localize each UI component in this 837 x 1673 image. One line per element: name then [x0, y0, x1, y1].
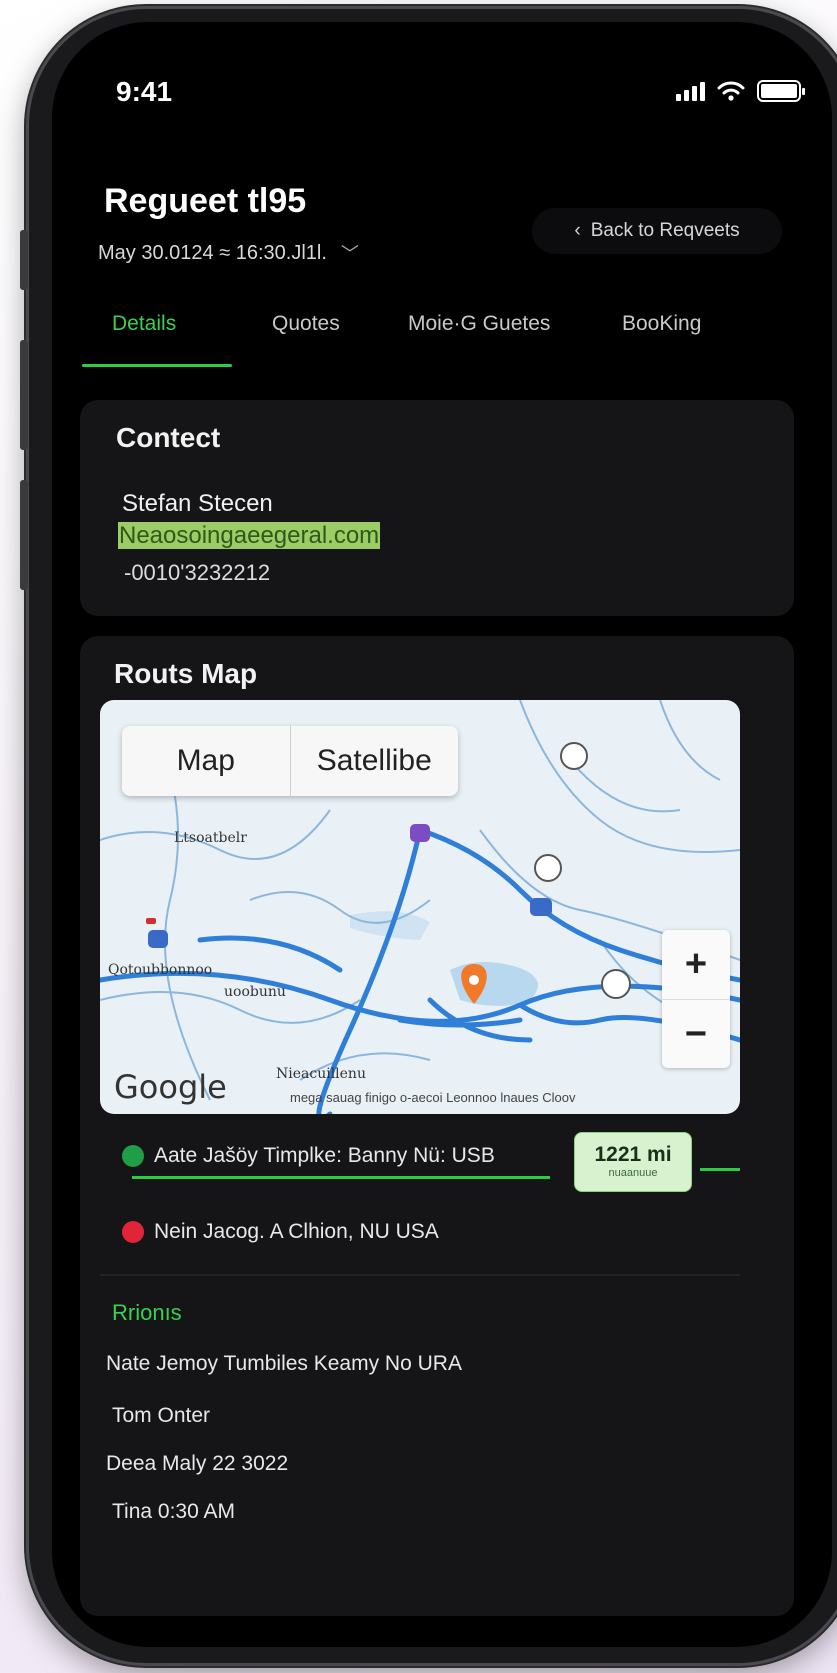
contact-title: Contect: [116, 422, 221, 453]
page-title: Regueet tl95: [104, 182, 307, 220]
origin-marker-icon: [122, 1145, 144, 1167]
volume-down-button: [20, 340, 28, 450]
tab-more-quotes[interactable]: Moie·G Guetes: [408, 312, 550, 336]
divider: [100, 1274, 740, 1276]
request-datetime-text: May 30.0124 ≈ 16:30.Jl1l.: [98, 241, 327, 264]
google-logo: Google: [114, 1068, 227, 1106]
options-label: Rrionıs: [112, 1300, 182, 1325]
map-view-button[interactable]: Map: [122, 726, 290, 796]
option-item: Tina 0:30 AM: [112, 1500, 235, 1523]
contact-phone[interactable]: -0010'3232212: [124, 560, 270, 586]
contact-name: Stefan Stecen: [122, 490, 273, 517]
map-place-label: Nieacuillenu: [276, 1066, 366, 1082]
route-line: [132, 1176, 550, 1179]
map-type-toggle: Map Satellibe: [122, 726, 458, 796]
back-to-requests-button[interactable]: ‹ Back to Reqveets: [532, 208, 782, 254]
request-datetime[interactable]: May 30.0124 ≈ 16:30.Jl1l. ﹀: [98, 240, 359, 266]
route-map[interactable]: Map Satellibe Ltsoatbelr Qotoubbonnoo uo…: [100, 700, 740, 1114]
option-item: Deea Maly 22 3022: [106, 1452, 289, 1475]
tab-details[interactable]: Details: [112, 312, 176, 336]
option-item: Tom Onter: [112, 1404, 211, 1427]
back-button-label: Back to Reqveets: [590, 220, 740, 241]
zoom-in-button[interactable]: +: [662, 930, 730, 999]
status-icons: [676, 80, 805, 102]
zoom-controls: + −: [662, 930, 730, 1068]
satellite-view-button[interactable]: Satellibe: [289, 726, 459, 796]
contact-card: Contect Stefan Stecen Neaosoingaeegeral.…: [80, 400, 794, 616]
zoom-out-button[interactable]: −: [662, 999, 730, 1068]
route-line: [700, 1168, 740, 1171]
map-place-label: Ltsoatbelr: [174, 830, 247, 846]
destination-marker-icon: [122, 1221, 144, 1243]
route-title: Routs Map: [114, 658, 258, 689]
battery-icon: [757, 80, 805, 102]
distance-badge: 1221 mi nuaanuue: [574, 1132, 692, 1192]
chevron-left-icon: ‹: [574, 220, 581, 241]
map-place-label: Qotoubbonnoo: [108, 962, 213, 978]
wifi-icon: [717, 80, 745, 102]
contact-email-highlight: Neaosoingaeegeral.com: [118, 522, 381, 549]
volume-up-button: [20, 230, 28, 290]
map-attribution: mega sauag finigo o-aecoi Leonnoo lnaues…: [290, 1090, 576, 1105]
tab-bar: Details Quotes Moie·G Guetes BooKing: [82, 312, 802, 368]
distance-sub: nuaanuue: [608, 1167, 658, 1179]
option-item: Nate Jemoy Tumbiles Keamy No URA: [106, 1352, 462, 1375]
tab-quotes[interactable]: Quotes: [272, 312, 340, 336]
route-card: Routs Map Map Satellibe Ltsoatbelr Qotou…: [80, 636, 794, 1616]
tab-booking[interactable]: BooKing: [622, 312, 701, 336]
contact-email[interactable]: Neaosoingaeegeral.com: [118, 522, 381, 550]
route-destination: Nein Jacog. A Clhion, NU USA: [122, 1220, 439, 1244]
power-button: [20, 480, 28, 590]
destination-address: Nein Jacog. A Clhion, NU USA: [154, 1220, 439, 1243]
map-place-label: uoobunu: [224, 984, 286, 1000]
status-time: 9:41: [116, 76, 173, 107]
active-tab-indicator: [82, 364, 232, 367]
signal-icon: [676, 81, 705, 101]
route-origin: Aate Jašöy Timplke: Banny Nü: USB: [122, 1144, 495, 1168]
distance-value: 1221 mi: [594, 1143, 672, 1166]
origin-address: Aate Jašöy Timplke: Banny Nü: USB: [154, 1144, 495, 1167]
phone-screen: 9:41 Regueet tl95 May 30.0124 ≈ 16:30.Jl…: [52, 22, 832, 1647]
chevron-down-icon: ﹀: [340, 244, 359, 264]
